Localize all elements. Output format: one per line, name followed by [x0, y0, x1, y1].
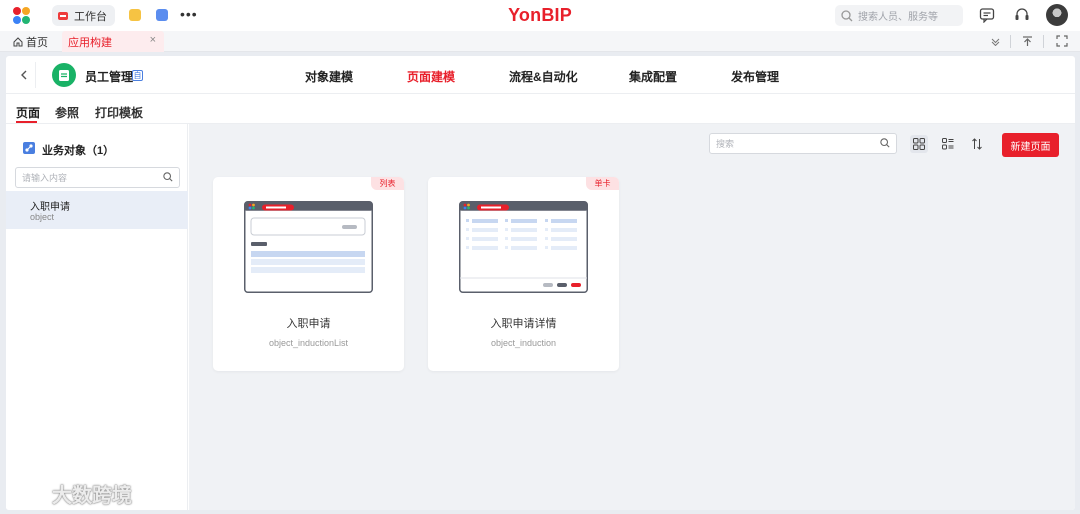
- message-icon[interactable]: [979, 7, 995, 23]
- app-name: 员工管理: [85, 70, 134, 84]
- watermark-text: 大数跨境: [52, 485, 132, 507]
- sort-icon: [972, 138, 982, 150]
- sort-button[interactable]: [968, 135, 986, 153]
- sub-tabs: 页面 参照 打印模板: [6, 94, 1075, 124]
- nav-integration-config[interactable]: 集成配置: [629, 68, 677, 85]
- back-button[interactable]: [12, 62, 36, 88]
- global-search-input[interactable]: 搜索人员、服务等: [835, 5, 963, 26]
- sidebar-search-input[interactable]: 请输入内容: [15, 167, 180, 188]
- document-icon: [59, 69, 69, 81]
- list-view-icon: [942, 138, 954, 150]
- nav-process-automation[interactable]: 流程&自动化: [509, 68, 578, 85]
- page-search-placeholder: 搜索: [716, 139, 735, 149]
- page-card-code: object_induction: [490, 338, 557, 348]
- search-icon: [163, 172, 173, 182]
- page-list-area: 搜索 新建页面 列表 入职申请 object_inductionList 单卡 …: [189, 124, 1075, 510]
- watermark: 大数跨境: [8, 479, 132, 508]
- sidebar-item-induction[interactable]: 入职申请 object: [6, 191, 188, 229]
- watermark-logo-icon: [8, 484, 48, 503]
- user-avatar[interactable]: [1046, 4, 1068, 26]
- tab-app-build-label: 应用构建: [68, 36, 112, 49]
- new-page-button[interactable]: 新建页面: [1002, 133, 1059, 157]
- page-card-detail[interactable]: 单卡 入职申请详情 object_induction: [428, 177, 619, 371]
- sidebar-item-code: object: [30, 212, 55, 222]
- feather-app-icon[interactable]: [156, 9, 168, 21]
- list-view-button[interactable]: [939, 135, 957, 153]
- tab-app-build[interactable]: 应用构建 ×: [62, 31, 164, 52]
- tab-page[interactable]: 页面: [16, 104, 40, 121]
- business-object-title: 业务对象（1）: [42, 145, 115, 157]
- app-type-badge: 自: [132, 70, 143, 81]
- active-tab-indicator: [16, 121, 37, 123]
- global-search-placeholder: 搜索人员、服务等: [858, 12, 938, 23]
- app-header: 员工管理 自 对象建模 页面建模 流程&自动化 集成配置 发布管理: [6, 56, 1075, 94]
- page-card-list[interactable]: 列表 入职申请 object_inductionList: [213, 177, 404, 371]
- workspace-tab[interactable]: 工作台: [52, 5, 115, 26]
- app-icon: [52, 63, 76, 87]
- tab-home[interactable]: 首页: [13, 34, 48, 50]
- more-icon[interactable]: •••: [180, 6, 198, 22]
- main-panel: 员工管理 自 对象建模 页面建模 流程&自动化 集成配置 发布管理 页面 参照 …: [6, 56, 1075, 510]
- app-launcher-icon[interactable]: [12, 6, 32, 26]
- home-icon: [13, 37, 23, 47]
- search-icon: [841, 9, 853, 21]
- search-icon: [880, 138, 890, 148]
- tab-reference[interactable]: 参照: [55, 104, 79, 121]
- sidebar-item-name: 入职申请: [30, 202, 70, 213]
- nav-page-modeling[interactable]: 页面建模: [407, 68, 455, 85]
- chevron-down-icon[interactable]: [991, 37, 1000, 46]
- list-page-preview-icon: [244, 201, 373, 293]
- notes-app-icon[interactable]: [129, 9, 141, 21]
- workspace-icon: [58, 11, 68, 20]
- close-tab-icon[interactable]: ×: [150, 34, 156, 46]
- sidebar-search-placeholder: 请输入内容: [22, 173, 68, 183]
- workspace-tab-label: 工作台: [74, 10, 107, 23]
- page-type-tag: 列表: [371, 177, 404, 190]
- divider: [1010, 35, 1011, 48]
- page-card-title: 入职申请: [286, 318, 331, 330]
- top-bar: 工作台 ••• YonBIP 搜索人员、服务等: [0, 0, 1080, 31]
- page-type-tag: 单卡: [586, 177, 619, 190]
- page-search-input[interactable]: 搜索: [709, 133, 897, 154]
- fullscreen-icon[interactable]: [1056, 35, 1068, 47]
- tab-print-template[interactable]: 打印模板: [95, 104, 143, 121]
- divider: [1043, 35, 1044, 48]
- business-object-icon: [23, 142, 35, 154]
- pin-top-icon[interactable]: [1022, 36, 1033, 47]
- grid-view-icon: [913, 138, 925, 150]
- grid-view-button[interactable]: [910, 135, 928, 153]
- object-sidebar: 业务对象（1） 请输入内容 入职申请 object: [6, 124, 188, 510]
- brand-logo: YonBIP: [508, 5, 572, 25]
- detail-page-preview-icon: [459, 201, 588, 293]
- chevron-left-icon: [20, 70, 26, 80]
- page-card-title: 入职申请详情: [490, 318, 557, 330]
- page-tab-strip: 首页 应用构建 ×: [0, 31, 1080, 52]
- page-card-code: object_inductionList: [268, 338, 349, 348]
- headset-icon[interactable]: [1014, 7, 1030, 23]
- nav-object-modeling[interactable]: 对象建模: [305, 68, 353, 85]
- nav-release-management[interactable]: 发布管理: [731, 68, 779, 85]
- tab-home-label: 首页: [26, 37, 48, 49]
